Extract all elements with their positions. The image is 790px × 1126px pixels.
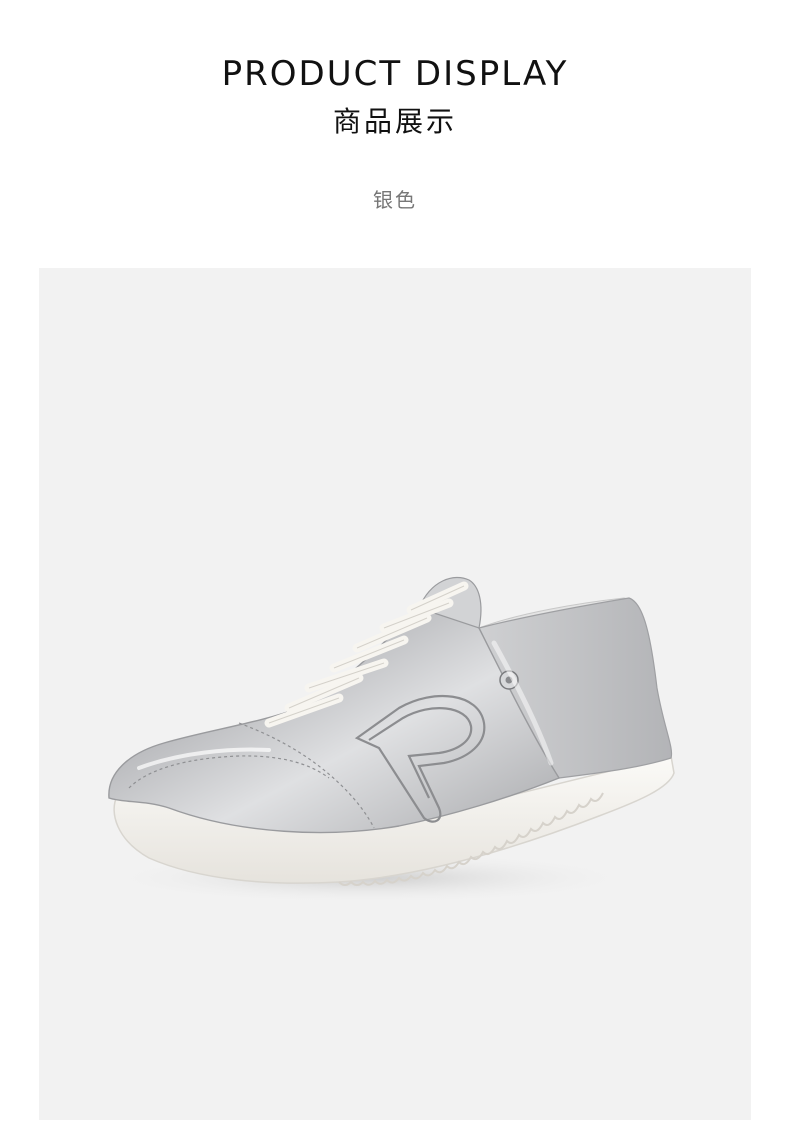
page-title-cn: 商品展示 <box>332 105 457 138</box>
page-title-en: PRODUCT DISPLAY <box>221 54 569 94</box>
shoe-illustration <box>99 576 675 904</box>
color-variant-label: 银色 <box>373 188 417 212</box>
product-photo <box>39 268 751 1120</box>
